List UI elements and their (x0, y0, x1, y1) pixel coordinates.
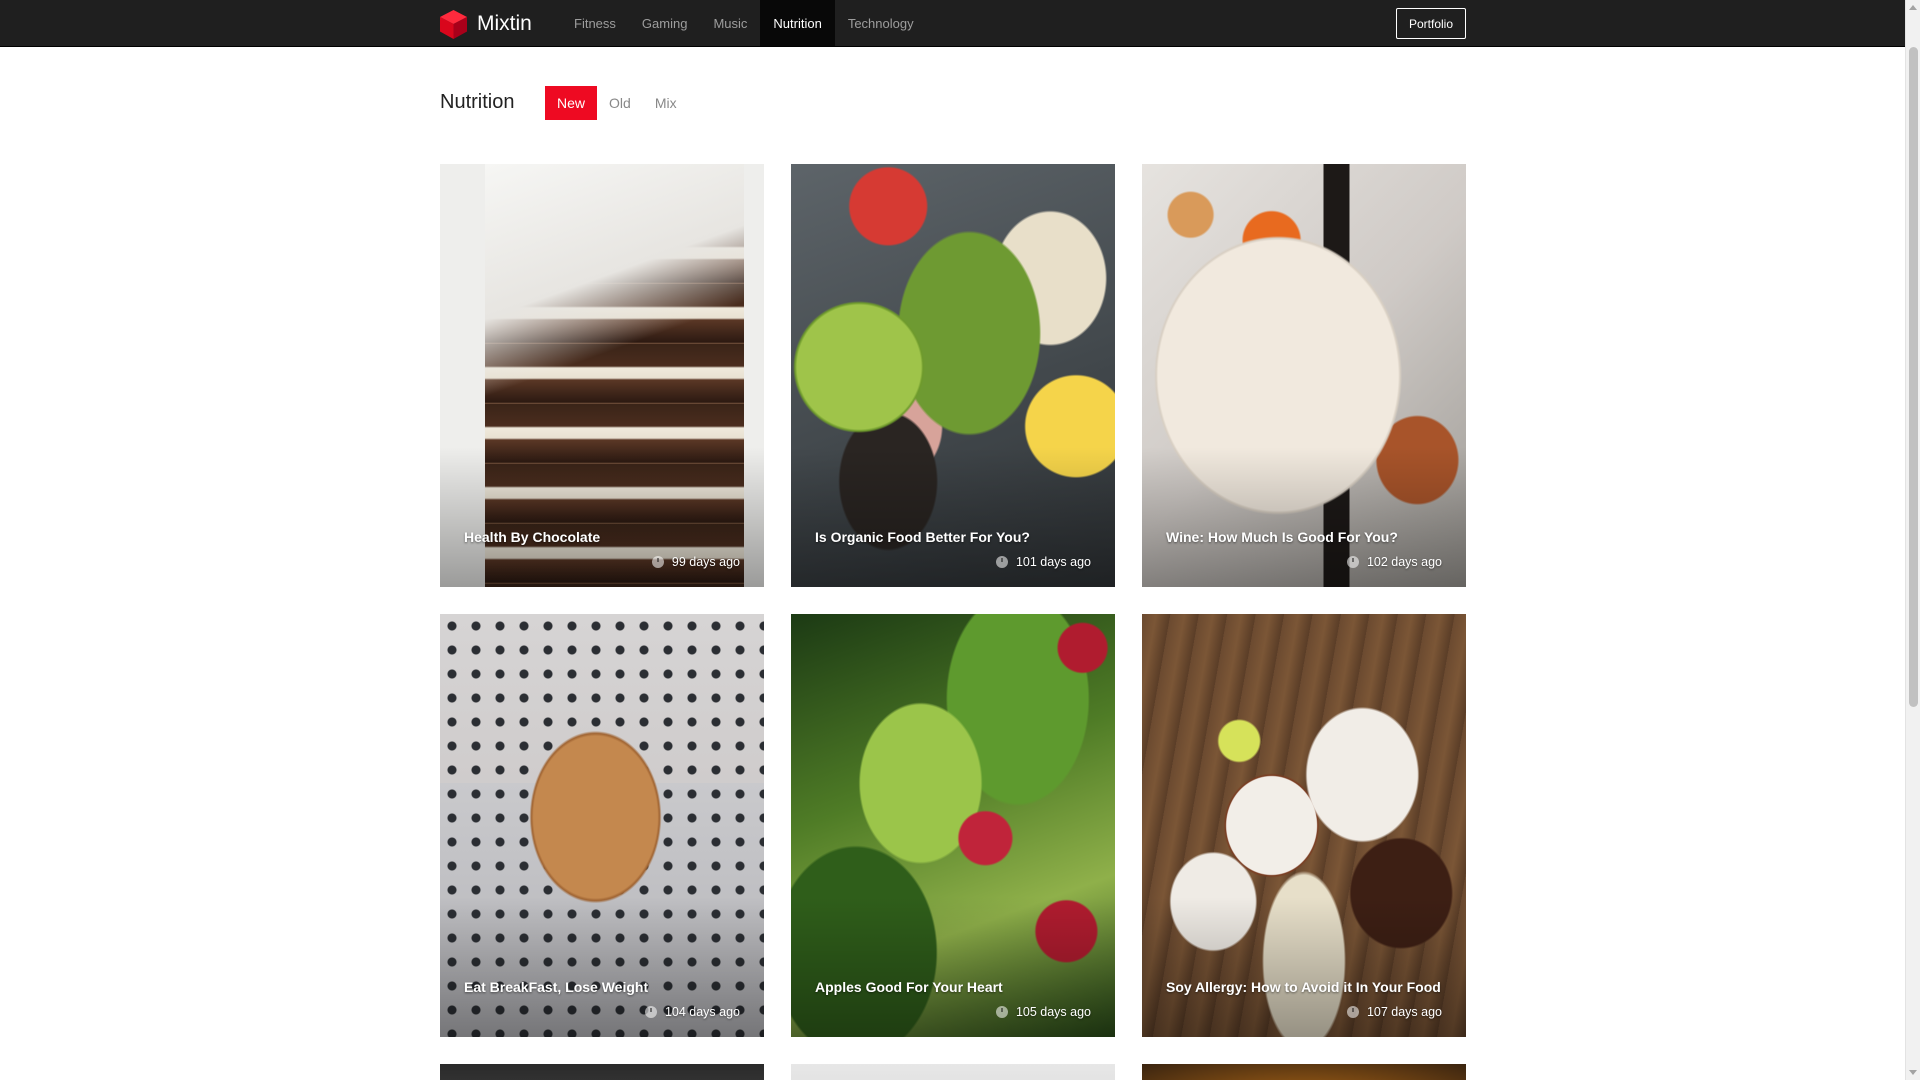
nav-item-music[interactable]: Music (700, 0, 760, 46)
post-card-partial[interactable] (1142, 1064, 1466, 1080)
nav-item-gaming[interactable]: Gaming (629, 0, 701, 46)
nav-item-nutrition[interactable]: Nutrition (760, 0, 835, 46)
clock-icon (995, 1006, 1008, 1018)
post-card[interactable]: Eat BreakFast, Lose Weight 104 days ago (440, 614, 764, 1037)
post-title[interactable]: Eat BreakFast, Lose Weight (464, 977, 740, 997)
filter-mix[interactable]: Mix (643, 86, 689, 120)
post-age: 104 days ago (664, 1005, 740, 1019)
post-image (440, 1064, 764, 1080)
clock-icon (1346, 556, 1359, 568)
post-card[interactable]: Health By Chocolate 99 days ago (440, 164, 764, 587)
nav-item-technology[interactable]: Technology (835, 0, 927, 46)
post-age: 107 days ago (1366, 1005, 1442, 1019)
top-navbar: Mixtin Fitness Gaming Music Nutrition Te… (0, 0, 1905, 47)
post-date: 101 days ago (995, 555, 1091, 569)
post-title[interactable]: Apples Good For Your Heart (815, 977, 1091, 997)
filter-old[interactable]: Old (597, 86, 643, 120)
post-card[interactable]: Apples Good For Your Heart 105 days ago (791, 614, 1115, 1037)
post-date: 102 days ago (1346, 555, 1442, 569)
post-date: 107 days ago (1346, 1005, 1442, 1019)
clock-icon (644, 1006, 657, 1018)
post-image (791, 1064, 1115, 1080)
main-nav: Fitness Gaming Music Nutrition Technolog… (561, 0, 927, 47)
clock-icon (651, 556, 664, 568)
clock-icon (1346, 1006, 1359, 1018)
post-image (1142, 1064, 1466, 1080)
scroll-down-arrow-icon[interactable] (1909, 1070, 1917, 1075)
scroll-up-arrow-icon[interactable] (1909, 5, 1917, 10)
portfolio-button[interactable]: Portfolio (1396, 8, 1466, 39)
post-age: 99 days ago (671, 555, 740, 569)
post-card-partial[interactable] (791, 1064, 1115, 1080)
clock-icon (995, 556, 1008, 568)
post-title[interactable]: Soy Allergy: How to Avoid it In Your Foo… (1166, 977, 1442, 997)
page-scrollbar[interactable] (1905, 0, 1920, 1080)
post-card[interactable]: Wine: How Much Is Good For You? 102 days… (1142, 164, 1466, 587)
brand-name: Mixtin (477, 12, 532, 35)
post-title[interactable]: Is Organic Food Better For You? (815, 527, 1091, 547)
brand-link[interactable]: Mixtin (440, 9, 532, 39)
post-card[interactable]: Is Organic Food Better For You? 101 days… (791, 164, 1115, 587)
post-date: 105 days ago (995, 1005, 1091, 1019)
scrollbar-thumb[interactable] (1909, 47, 1918, 707)
post-age: 101 days ago (1015, 555, 1091, 569)
nav-item-fitness[interactable]: Fitness (561, 0, 629, 46)
post-title[interactable]: Health By Chocolate (464, 527, 740, 547)
post-age: 102 days ago (1366, 555, 1442, 569)
filter-new[interactable]: New (545, 86, 598, 120)
post-age: 105 days ago (1015, 1005, 1091, 1019)
post-date: 99 days ago (651, 555, 740, 569)
post-date: 104 days ago (644, 1005, 740, 1019)
sort-filter-group: New Old Mix (545, 86, 689, 120)
page-title: Nutrition (440, 91, 515, 113)
post-card-partial[interactable] (440, 1064, 764, 1080)
post-title[interactable]: Wine: How Much Is Good For You? (1166, 527, 1442, 547)
post-card[interactable]: Soy Allergy: How to Avoid it In Your Foo… (1142, 614, 1466, 1037)
cube-logo-icon (440, 9, 467, 39)
